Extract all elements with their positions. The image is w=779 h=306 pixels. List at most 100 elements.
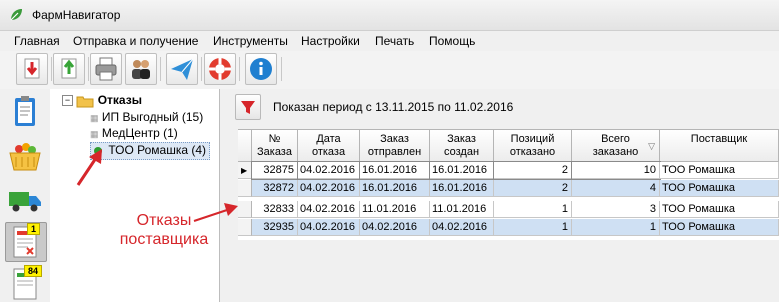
info-icon xyxy=(250,58,272,80)
filter-button[interactable] xyxy=(235,94,261,120)
table-cell[interactable]: ТОО Ромашка xyxy=(660,180,779,197)
table-cell[interactable]: 32935 xyxy=(252,219,298,236)
rail-refusals-button[interactable]: 1 xyxy=(5,222,47,262)
tree-node-label: МедЦентр (1) xyxy=(101,126,178,140)
header-created[interactable]: Заказ создан xyxy=(430,129,494,162)
toolbar xyxy=(0,51,779,90)
header-label: Заказ отправлен xyxy=(367,133,422,158)
pointer-arrow-icon xyxy=(76,149,102,186)
toolbar-separator xyxy=(239,57,240,81)
rail-delivery-button[interactable] xyxy=(6,181,44,219)
tree-node-supplier[interactable]: ▦ ИП Выгодный (15) xyxy=(90,110,203,126)
refusals-count-badge: 1 xyxy=(27,223,41,235)
table-cell[interactable]: 11.01.2016 xyxy=(430,201,494,218)
table-cell[interactable]: 1 xyxy=(494,201,572,218)
table-cell[interactable]: 04.02.2016 xyxy=(298,201,360,218)
header-label: Всего заказано xyxy=(592,133,639,158)
tree-node-label: ИП Выгодный (15) xyxy=(101,110,204,124)
toolbar-separator xyxy=(281,57,282,81)
printer-icon xyxy=(95,57,117,81)
header-label: № Заказа xyxy=(257,133,292,158)
download-arrow-icon xyxy=(24,58,40,79)
table-cell[interactable]: 4 xyxy=(572,180,660,197)
toolbar-separator xyxy=(201,57,202,81)
annotation-arrow-icon xyxy=(193,203,238,222)
paper-plane-icon xyxy=(171,58,194,80)
rail-documents-button[interactable]: 84 xyxy=(6,265,44,303)
table-cell[interactable]: 3 xyxy=(572,201,660,218)
toolbar-separator xyxy=(160,57,161,81)
clipboard-icon xyxy=(15,96,35,126)
menu-item-main[interactable]: Главная xyxy=(14,34,60,48)
table-cell[interactable]: 16.01.2016 xyxy=(430,180,494,197)
period-label: Показан период с 13.11.2015 по 11.02.201… xyxy=(273,100,514,114)
table-cell[interactable]: 11.01.2016 xyxy=(360,201,430,218)
table-cell[interactable]: 10 xyxy=(571,161,661,180)
menu-item-settings[interactable]: Настройки xyxy=(301,34,360,48)
table-cell[interactable]: 32875 xyxy=(251,161,299,180)
table-cell[interactable]: 2 xyxy=(494,180,572,197)
table-cell[interactable]: ТОО Ромашка xyxy=(660,201,779,218)
grid-dots-icon: ▦ xyxy=(90,113,99,123)
toolbar-separator xyxy=(88,57,89,81)
header-supplier[interactable]: Поставщик xyxy=(660,129,779,162)
table-cell[interactable]: 16.01.2016 xyxy=(429,161,495,180)
toolbar-separator xyxy=(51,57,52,81)
tree-node-supplier[interactable]: ▦ МедЦентр (1) xyxy=(90,126,178,142)
table-cell[interactable]: 04.02.2016 xyxy=(298,219,360,236)
basket-icon xyxy=(9,143,41,171)
sort-desc-icon[interactable]: ▽ xyxy=(648,140,655,153)
upload-arrow-icon xyxy=(61,58,77,79)
table-cell[interactable]: 04.02.2016 xyxy=(298,180,360,197)
table-cell[interactable]: 1 xyxy=(494,219,572,236)
info-button[interactable] xyxy=(245,53,277,85)
header-label: Позиций отказано xyxy=(509,133,556,158)
menu-item-help[interactable]: Помощь xyxy=(429,34,475,48)
filter-icon xyxy=(241,101,255,114)
menu-item-print[interactable]: Печать xyxy=(375,34,414,48)
send-button[interactable] xyxy=(166,53,198,85)
tree-node-label: ТОО Ромашка (4) xyxy=(108,143,207,157)
tree-root-node[interactable]: − Отказы xyxy=(62,93,142,109)
rail-basket-button[interactable] xyxy=(6,137,44,175)
print-button[interactable] xyxy=(90,53,122,85)
support-button[interactable] xyxy=(204,53,236,85)
header-label: Дата отказа xyxy=(311,133,346,158)
app-logo-icon xyxy=(10,9,22,21)
table-cell[interactable]: 16.01.2016 xyxy=(359,161,431,180)
header-refusal-date[interactable]: Дата отказа xyxy=(298,129,360,162)
current-row-icon: ▶ xyxy=(241,166,248,175)
upload-button[interactable] xyxy=(53,53,85,85)
rail-orders-button[interactable] xyxy=(6,93,44,131)
table-cell[interactable]: 16.01.2016 xyxy=(360,180,430,197)
header-order-no[interactable]: № Заказа xyxy=(252,129,298,162)
grid-dots-icon: ▦ xyxy=(90,129,99,139)
lifebuoy-icon xyxy=(209,58,231,80)
menu-bar: Главная Отправка и получение Инструменты… xyxy=(0,31,779,51)
menu-item-send-receive[interactable]: Отправка и получение xyxy=(73,34,198,48)
table-cell[interactable]: 32872 xyxy=(252,180,298,197)
tree-root-label: Отказы xyxy=(97,93,142,107)
header-total-ordered[interactable]: Всего заказано ▽ xyxy=(572,129,660,162)
collapse-icon[interactable]: − xyxy=(62,95,73,107)
table-cell[interactable]: ТОО Ромашка xyxy=(660,219,779,236)
table-cell[interactable]: ТОО Ромашка xyxy=(660,162,779,179)
header-positions-refused[interactable]: Позиций отказано xyxy=(494,129,572,162)
header-label: Поставщик xyxy=(690,133,748,145)
table-cell[interactable]: 04.02.2016 xyxy=(430,219,494,236)
window-title: ФармНавигатор xyxy=(32,8,121,22)
contacts-button[interactable] xyxy=(125,53,157,85)
table-cell[interactable]: 1 xyxy=(572,219,660,236)
table-cell[interactable]: 2 xyxy=(493,161,573,180)
table-cell[interactable]: 04.02.2016 xyxy=(297,161,361,180)
header-label: Заказ создан xyxy=(443,133,480,158)
row-selector[interactable]: ▶ xyxy=(238,162,252,179)
menu-item-tools[interactable]: Инструменты xyxy=(213,34,288,48)
download-button[interactable] xyxy=(16,53,48,85)
table-cell[interactable]: 04.02.2016 xyxy=(360,219,430,236)
grid-corner xyxy=(238,129,252,162)
header-sent[interactable]: Заказ отправлен xyxy=(360,129,430,162)
table-cell[interactable]: 32833 xyxy=(252,201,298,218)
row-selector[interactable] xyxy=(238,180,252,197)
module-rail: 1 84 xyxy=(0,89,51,302)
